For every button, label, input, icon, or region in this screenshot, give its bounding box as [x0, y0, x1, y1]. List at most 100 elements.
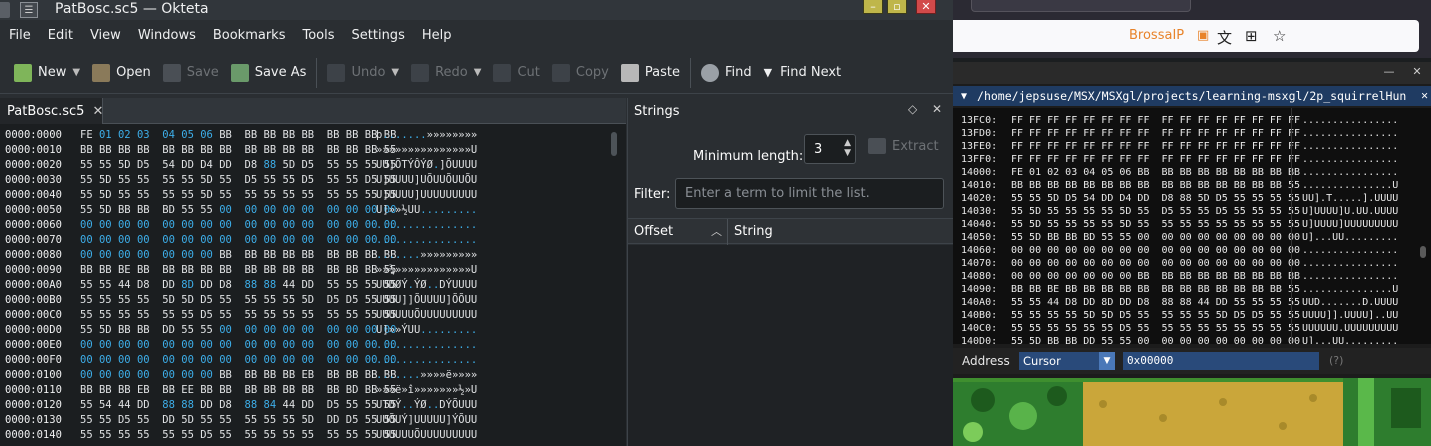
close-panel-icon[interactable]: ✕: [932, 102, 942, 116]
hex-ascii[interactable]: ................: [376, 338, 477, 353]
paste-button[interactable]: Paste: [615, 56, 686, 90]
memory-text[interactable]: ...............U: [1302, 179, 1398, 192]
memory-row[interactable]: 13FF0: FF FF FF FF FF FF FF FF FF FF FF F…: [953, 153, 1431, 166]
scrollbar-thumb[interactable]: [611, 132, 617, 156]
column-divider[interactable]: [727, 219, 728, 245]
translate-icon[interactable]: 文: [1217, 27, 1232, 48]
hex-bytes[interactable]: 55 55 5D D5 54 DD D4 DD D8 88 5D D5 55 5…: [80, 158, 396, 173]
memory-bytes[interactable]: BB BB BE BB BB BB BB BB BB BB BB BB BB B…: [1011, 283, 1300, 296]
memory-bytes[interactable]: FF FF FF FF FF FF FF FF FF FF FF FF FF F…: [1011, 114, 1300, 127]
window-menu-button[interactable]: ☰: [20, 2, 38, 18]
memory-row[interactable]: 14060: 00 00 00 00 00 00 00 00 00 00 00 0…: [953, 244, 1431, 257]
memory-scrollbar[interactable]: [1419, 118, 1427, 340]
memory-bytes[interactable]: 55 5D BB BB DD 55 55 00 00 00 00 00 00 0…: [1011, 335, 1300, 344]
hex-bytes[interactable]: FE 01 02 03 04 05 06 BB BB BB BB BB BB B…: [80, 128, 396, 143]
memory-row[interactable]: 13FD0: FF FF FF FF FF FF FF FF FF FF FF F…: [953, 127, 1431, 140]
hex-scrollbar[interactable]: [609, 128, 619, 446]
hex-ascii[interactable]: »»¾»»»»»»»»»»»»U: [376, 263, 477, 278]
memory-row[interactable]: 140B0: 55 55 55 55 5D 5D D5 55 55 55 55 5…: [953, 309, 1431, 322]
menu-tools[interactable]: Tools: [293, 28, 342, 43]
memory-row[interactable]: 14030: 55 5D 55 55 55 55 5D 55 D5 55 55 D…: [953, 205, 1431, 218]
address-mode-select[interactable]: Cursor ▼: [1019, 352, 1115, 370]
memory-row[interactable]: 140C0: 55 55 55 55 55 55 D5 55 55 55 55 5…: [953, 322, 1431, 335]
redo-button[interactable]: Redo ▼: [405, 56, 487, 90]
hex-bytes[interactable]: 55 55 55 55 5D 5D D5 55 55 55 55 5D D5 D…: [80, 293, 396, 308]
memory-text[interactable]: UUD.......D.UUUU: [1302, 296, 1398, 309]
hex-row[interactable]: 0000:0110 BB BB BB EB BB EE BB BB BB BB B…: [0, 383, 626, 398]
memory-bytes[interactable]: FF FF FF FF FF FF FF FF FF FF FF FF FF F…: [1011, 140, 1300, 153]
hex-row[interactable]: 0000:0000 FE 01 02 03 04 05 06 BB BB BB B…: [0, 128, 626, 143]
memory-bytes[interactable]: 00 00 00 00 00 00 00 BB BB BB BB BB BB B…: [1011, 270, 1300, 283]
hex-bytes[interactable]: 00 00 00 00 00 00 00 00 00 00 00 00 00 0…: [80, 338, 396, 353]
extract-button[interactable]: Extract: [868, 138, 939, 154]
hex-bytes[interactable]: 55 55 44 D8 DD 8D DD D8 88 88 44 DD 55 5…: [80, 278, 396, 293]
hex-row[interactable]: 0000:0070 00 00 00 00 00 00 00 00 00 00 0…: [0, 233, 626, 248]
hex-bytes[interactable]: 00 00 00 00 00 00 00 BB BB BB BB EB BB B…: [80, 368, 396, 383]
hex-ascii[interactable]: ................: [376, 233, 477, 248]
hex-row[interactable]: 0000:00A0 55 55 44 D8 DD 8D DD D8 88 88 4…: [0, 278, 626, 293]
help-marker[interactable]: (?): [1329, 354, 1343, 367]
hex-row[interactable]: 0000:0080 00 00 00 00 00 00 00 BB BB BB B…: [0, 248, 626, 263]
memory-window-header[interactable]: ▼ /home/jepsuse/MSX/MSXgl/projects/learn…: [953, 86, 1431, 106]
menu-help[interactable]: Help: [413, 28, 460, 43]
menu-file[interactable]: File: [0, 28, 39, 43]
memory-text[interactable]: ................: [1302, 127, 1398, 140]
memory-row[interactable]: 14080: 00 00 00 00 00 00 00 BB BB BB BB B…: [953, 270, 1431, 283]
find-next-button[interactable]: ▼ Find Next: [758, 56, 848, 90]
hex-ascii[interactable]: ................: [376, 353, 477, 368]
spin-arrows-icon[interactable]: ▲ ▼: [844, 138, 851, 158]
column-string[interactable]: String: [734, 224, 773, 239]
memory-text[interactable]: UU].T.....].UUUU: [1302, 192, 1398, 205]
hex-row[interactable]: 0000:00F0 00 00 00 00 00 00 00 00 00 00 0…: [0, 353, 626, 368]
hex-ascii[interactable]: U]UUUU]UÕUUÕUUÕU: [376, 173, 477, 188]
extensions-icon[interactable]: ⊞: [1245, 27, 1258, 45]
hex-ascii[interactable]: .......»»»»»»»»»: [376, 248, 477, 263]
hex-row[interactable]: 0000:0130 55 55 D5 55 DD 5D 55 55 55 55 5…: [0, 413, 626, 428]
hex-ascii[interactable]: UUUU]]ÕUUUU]ÕÕUU: [376, 293, 477, 308]
hex-row[interactable]: 0000:0140 55 55 55 55 55 55 D5 55 55 55 5…: [0, 428, 626, 443]
memory-row[interactable]: 14070: 00 00 00 00 00 00 00 00 00 00 00 0…: [953, 257, 1431, 270]
hex-row[interactable]: 0000:0050 55 5D BB BB BD 55 55 00 00 00 0…: [0, 203, 626, 218]
hex-bytes[interactable]: BB BB BB BB BB BB BB BB BB BB BB BB BB B…: [80, 143, 396, 158]
memory-text[interactable]: U]...UU.........: [1302, 335, 1398, 344]
memory-row[interactable]: 140A0: 55 55 44 D8 DD 8D DD D8 88 88 44 D…: [953, 296, 1431, 309]
memory-text[interactable]: ...............U: [1302, 283, 1398, 296]
hex-bytes[interactable]: 55 55 D5 55 DD 5D 55 55 55 55 55 5D DD D…: [80, 413, 396, 428]
minimize-button[interactable]: —: [1378, 65, 1400, 80]
menu-edit[interactable]: Edit: [39, 28, 81, 43]
address-input[interactable]: 0x00000: [1123, 352, 1319, 370]
memory-bytes[interactable]: FF FF FF FF FF FF FF FF FF FF FF FF FF F…: [1011, 127, 1300, 140]
hex-bytes[interactable]: 00 00 00 00 00 00 00 00 00 00 00 00 00 0…: [80, 233, 396, 248]
hex-ascii[interactable]: þ.......»»»»»»»»: [376, 128, 477, 143]
hex-ascii[interactable]: UUDØÝ.ÝØ..DÝUUUU: [376, 278, 477, 293]
memory-text[interactable]: UUUU]].UUUU]..UU: [1302, 309, 1398, 322]
hex-bytes[interactable]: 55 54 44 DD 88 88 DD D8 88 84 44 DD D5 5…: [80, 398, 396, 413]
bookmark-star-icon[interactable]: ☆: [1273, 27, 1286, 45]
chevron-down-icon[interactable]: ▼: [1099, 352, 1115, 370]
copy-button[interactable]: Copy: [546, 56, 615, 90]
hex-row[interactable]: 0000:0120 55 54 44 DD 88 88 DD D8 88 84 4…: [0, 398, 626, 413]
memory-bytes[interactable]: FF FF FF FF FF FF FF FF FF FF FF FF FF F…: [1011, 153, 1300, 166]
maximize-button[interactable]: ▫: [887, 0, 907, 14]
memory-text[interactable]: UUUUUU.UUUUUUUUU: [1302, 322, 1398, 335]
scrollbar-thumb[interactable]: [1420, 246, 1426, 258]
minimize-button[interactable]: –: [863, 0, 883, 14]
filter-input[interactable]: Enter a term to limit the list.: [675, 178, 944, 209]
hex-ascii[interactable]: U]»»ÝUU.........: [376, 323, 477, 338]
hex-bytes[interactable]: 00 00 00 00 00 00 00 00 00 00 00 00 00 0…: [80, 218, 396, 233]
memory-row[interactable]: 14000: FE 01 02 03 04 05 06 BB BB BB BB B…: [953, 166, 1431, 179]
memory-bytes[interactable]: 55 55 5D D5 54 DD D4 DD D8 88 5D D5 55 5…: [1011, 192, 1300, 205]
hex-bytes[interactable]: 55 55 55 55 55 55 D5 55 55 55 55 55 55 5…: [80, 428, 396, 443]
memory-bytes[interactable]: 55 5D 55 55 55 55 5D 55 D5 55 55 D5 55 5…: [1011, 205, 1300, 218]
hex-row[interactable]: 0000:00C0 55 55 55 55 55 55 D5 55 55 55 5…: [0, 308, 626, 323]
browser-tab[interactable]: [971, 0, 1191, 12]
hex-ascii[interactable]: »»»»»»»»»»»»»»»U: [376, 143, 477, 158]
hex-ascii[interactable]: U]UUUU]UUUUUUUUU: [376, 188, 477, 203]
hex-row[interactable]: 0000:0030 55 5D 55 55 55 55 5D 55 D5 55 5…: [0, 173, 626, 188]
chevron-down-icon[interactable]: ▼: [391, 67, 399, 78]
hex-bytes[interactable]: BB BB BB EB BB EE BB BB BB BB BB BB BB B…: [80, 383, 396, 398]
hex-ascii[interactable]: .......»»»»ë»»»»: [376, 368, 477, 383]
memory-bytes[interactable]: BB BB BB BB BB BB BB BB BB BB BB BB BB B…: [1011, 179, 1300, 192]
chevron-down-icon[interactable]: ▼: [72, 67, 80, 78]
hex-bytes[interactable]: 55 5D 55 55 55 55 5D 55 55 55 55 55 55 5…: [80, 188, 396, 203]
